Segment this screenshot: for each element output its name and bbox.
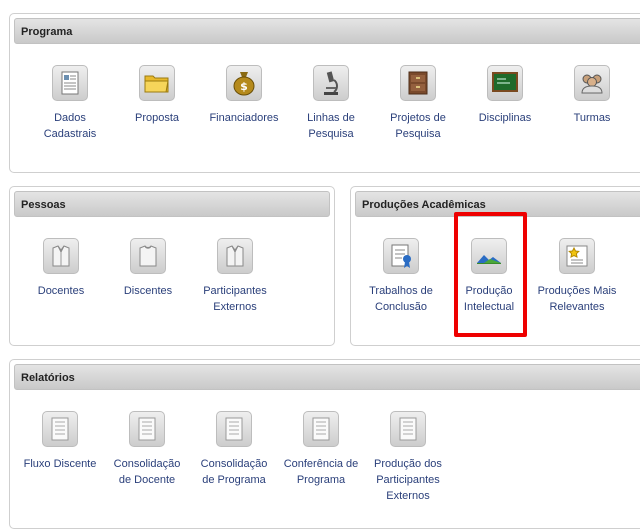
group-icon (574, 65, 610, 101)
chalkboard-icon (487, 65, 523, 101)
item-producao-dos-participantes-externos[interactable]: Produção dos Participantes Externos (365, 411, 451, 504)
item-turmas[interactable]: Turmas (549, 65, 635, 126)
item-disciplinas[interactable]: Disciplinas (462, 65, 548, 126)
programa-panel: Programa Dados Cadastrais Proposta $ Fin… (9, 13, 640, 173)
item-trabalhos-de-conclusao[interactable]: Trabalhos de Conclusão (358, 238, 444, 315)
microscope-icon (313, 65, 349, 101)
label-fluxo-discente: Fluxo Discente (23, 458, 97, 470)
folder-icon (139, 65, 175, 101)
suit-icon (217, 238, 253, 274)
report-icon (303, 411, 339, 447)
item-projetos-de-pesquisa[interactable]: Projetos de Pesquisa (375, 65, 461, 142)
pessoas-panel: Pessoas Docentes Discentes Participantes… (9, 186, 335, 346)
svg-text:$: $ (240, 80, 248, 93)
label-consolidacao-de-programa: Consolidação de Programa (200, 458, 268, 486)
label-producao-dos-participantes-externos: Produção dos Participantes Externos (374, 458, 442, 502)
pessoas-header: Pessoas (14, 191, 330, 217)
star-certificate-icon (559, 238, 595, 274)
relatorios-header: Relatórios (14, 364, 640, 390)
item-fluxo-discente[interactable]: Fluxo Discente (17, 411, 103, 472)
report-icon (129, 411, 165, 447)
label-disciplinas: Disciplinas (478, 112, 532, 124)
highlight-box (454, 212, 527, 337)
item-discentes[interactable]: Discentes (105, 238, 191, 299)
item-financiadores[interactable]: $ Financiadores (201, 65, 287, 126)
label-dados-cadastrais: Dados Cadastrais (43, 112, 97, 140)
item-consolidacao-de-docente[interactable]: Consolidação de Docente (104, 411, 190, 488)
item-consolidacao-de-programa[interactable]: Consolidação de Programa (191, 411, 277, 488)
label-financiadores: Financiadores (209, 112, 279, 124)
report-icon (216, 411, 252, 447)
item-proposta[interactable]: Proposta (114, 65, 200, 126)
label-docentes: Docentes (37, 285, 85, 297)
label-trabalhos-de-conclusao: Trabalhos de Conclusão (369, 285, 433, 313)
report-icon (390, 411, 426, 447)
item-linhas-de-pesquisa[interactable]: Linhas de Pesquisa (288, 65, 374, 142)
label-participantes-externos: Participantes Externos (203, 285, 267, 313)
label-producoes-mais-relevantes: Produções Mais Relevantes (537, 285, 617, 313)
item-docentes[interactable]: Docentes (18, 238, 104, 299)
label-linhas-de-pesquisa: Linhas de Pesquisa (307, 112, 355, 140)
thesis-icon (383, 238, 419, 274)
item-participantes-externos[interactable]: Participantes Externos (192, 238, 278, 315)
report-icon (42, 411, 78, 447)
label-projetos-de-pesquisa: Projetos de Pesquisa (390, 112, 446, 140)
item-producoes-mais-relevantes[interactable]: Produções Mais Relevantes (534, 238, 620, 315)
shirt-icon (130, 238, 166, 274)
label-conferencia-de-programa: Conferência de Programa (283, 458, 359, 486)
file-cabinet-icon (400, 65, 436, 101)
relatorios-panel: Relatórios Fluxo Discente Consolidação d… (9, 359, 640, 529)
programa-header: Programa (14, 18, 640, 44)
suit-icon (43, 238, 79, 274)
label-consolidacao-de-docente: Consolidação de Docente (113, 458, 181, 486)
label-proposta: Proposta (134, 112, 180, 124)
money-bag-icon: $ (226, 65, 262, 101)
document-form-icon (52, 65, 88, 101)
item-conferencia-de-programa[interactable]: Conferência de Programa (278, 411, 364, 488)
item-dados-cadastrais[interactable]: Dados Cadastrais (27, 65, 113, 142)
label-turmas: Turmas (573, 112, 611, 124)
label-discentes: Discentes (123, 285, 173, 297)
